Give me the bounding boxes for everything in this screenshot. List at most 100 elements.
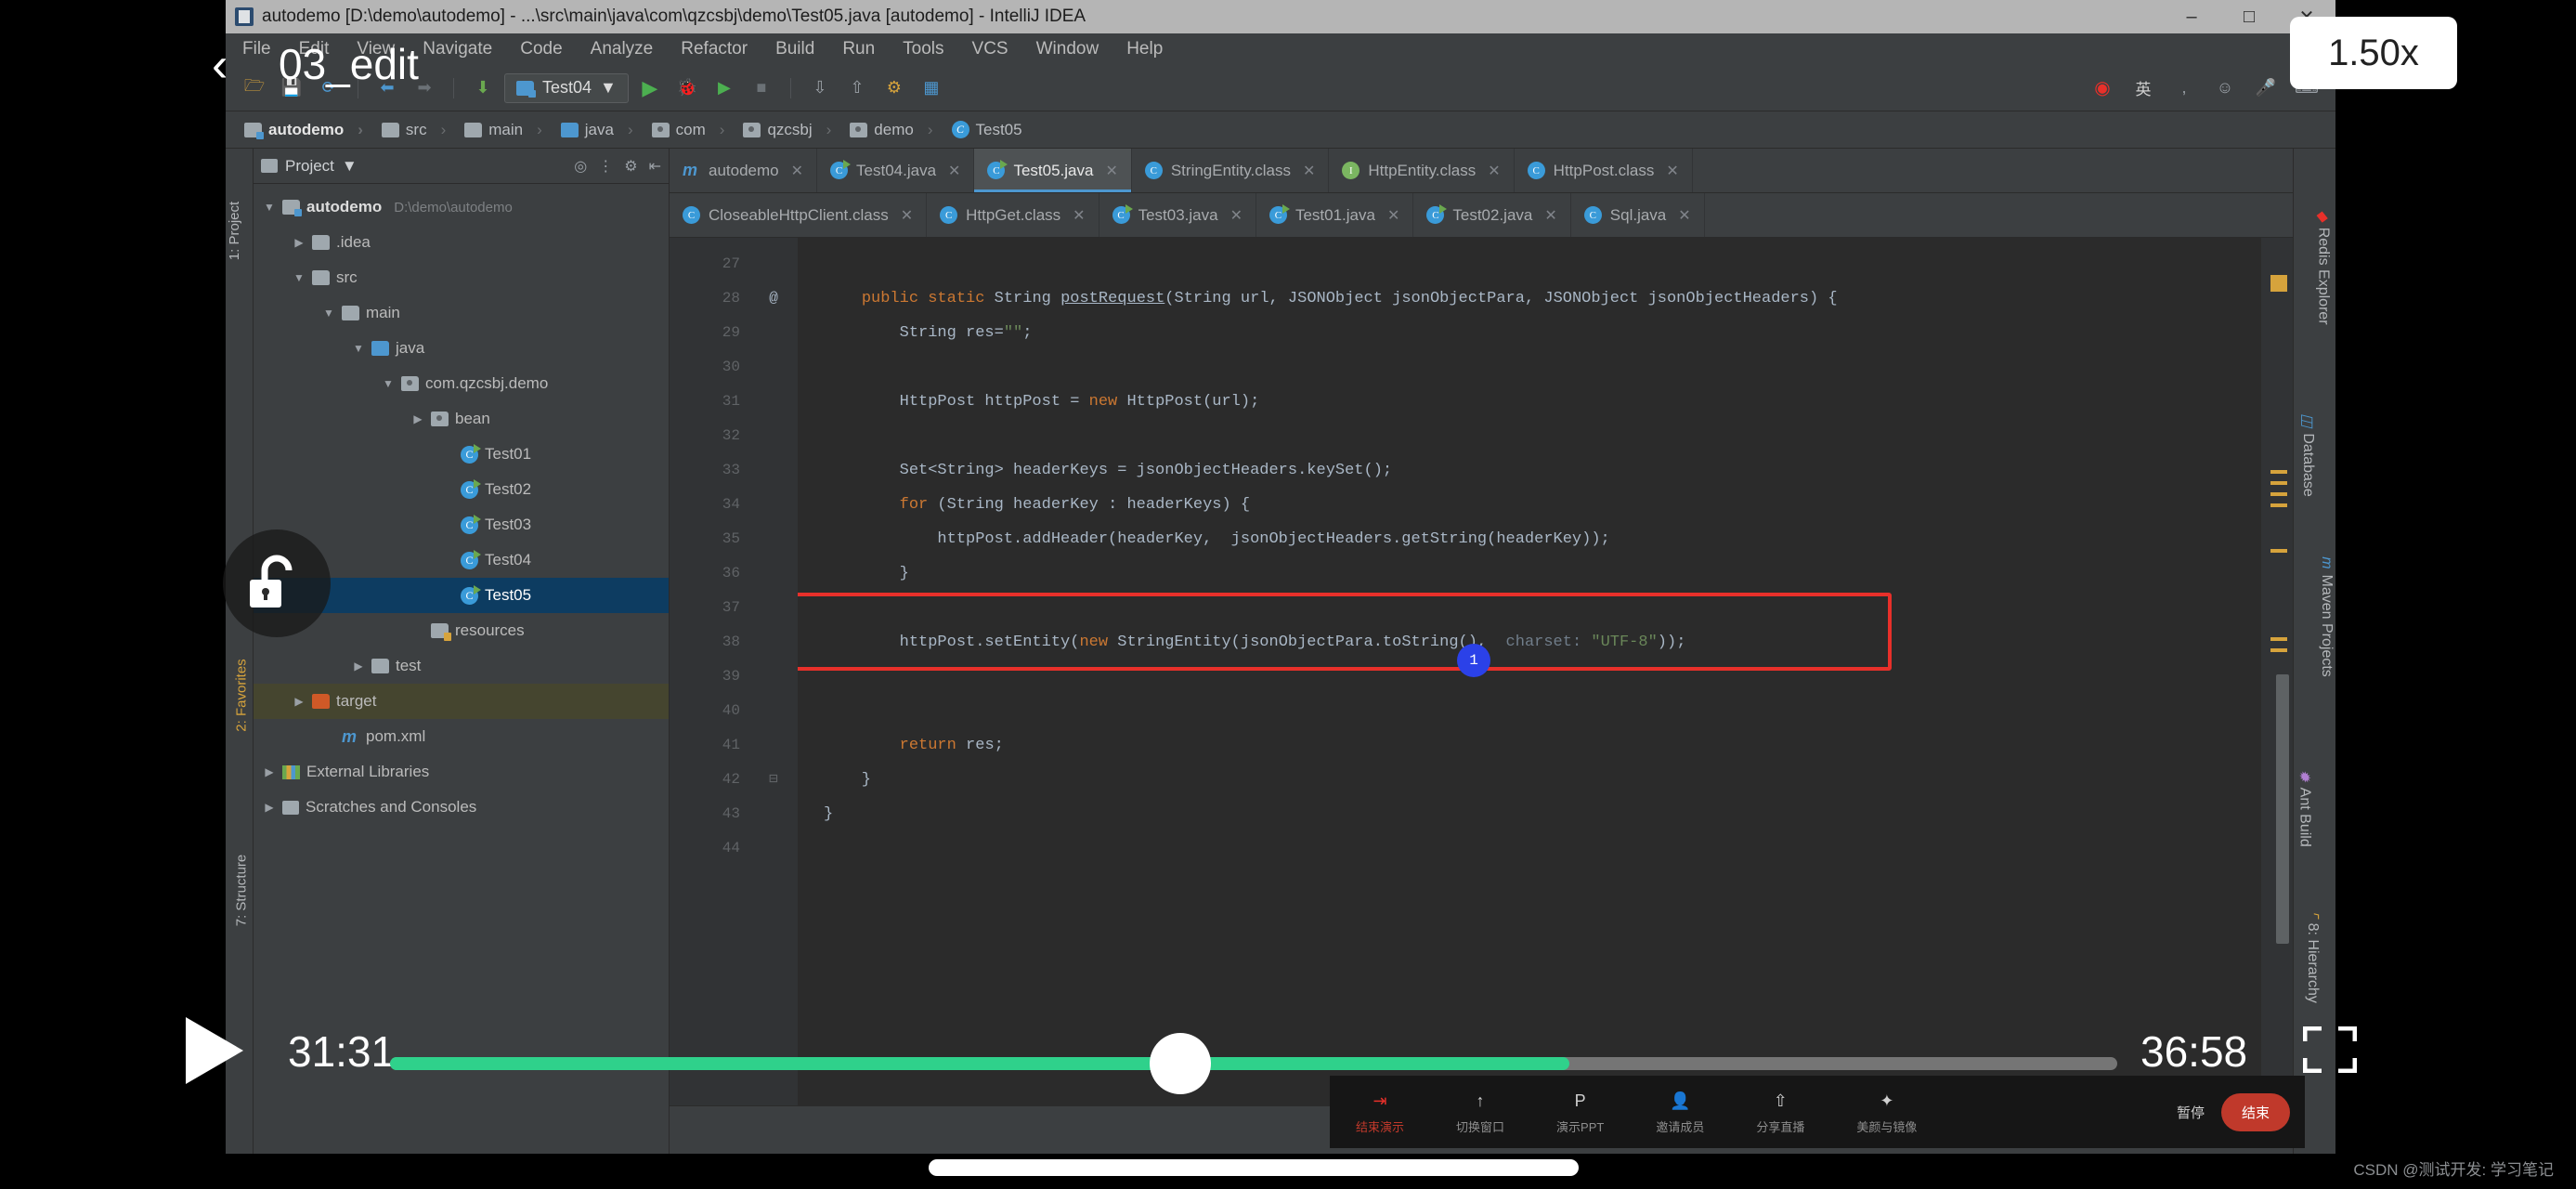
collapse-all-icon[interactable]: ⋮ [598, 157, 613, 176]
breadcrumb-item-autodemo[interactable]: autodemo › [239, 121, 376, 139]
editor-tab-test01[interactable]: C Test01.java ✕ [1256, 193, 1414, 237]
breadcrumb-item-src[interactable]: src › [376, 121, 459, 139]
close-icon[interactable]: ✕ [1105, 162, 1117, 180]
fold-glyph[interactable]: ⊟ [749, 763, 798, 797]
tree-row-src[interactable]: ▼ src [254, 260, 669, 295]
settings-icon[interactable]: ⚙ [624, 157, 637, 176]
strip-tab-favorites[interactable]: 2: Favorites [234, 659, 250, 731]
ime-language-label[interactable]: 英 [2127, 72, 2159, 104]
progress-bar-track[interactable] [390, 1057, 2117, 1070]
editor-tab-test05[interactable]: C Test05.java ✕ [974, 149, 1132, 192]
tree-row-test[interactable]: ▶ test [254, 648, 669, 684]
chevron-icon[interactable]: ▶ [411, 412, 424, 425]
editor-tab-closeablehttpclient[interactable]: C CloseableHttpClient.class ✕ [670, 193, 928, 237]
annotation-glyph[interactable]: @ [749, 281, 798, 316]
run-coverage-button[interactable]: ▶ [709, 72, 740, 104]
project-structure-icon[interactable]: ▦ [916, 72, 947, 104]
code-text[interactable]: public static String postRequest(String … [798, 238, 2261, 1105]
breadcrumb-item-main[interactable]: main › [459, 121, 555, 139]
strip-tab-ant-build[interactable]: ✹ Ant Build [2296, 769, 2314, 846]
editor-tab-autodemo[interactable]: m autodemo ✕ [670, 149, 818, 192]
breadcrumb-item-java[interactable]: java › [555, 121, 646, 139]
strip-tab-project[interactable]: 1: Project [227, 202, 242, 260]
chevron-icon[interactable]: ▶ [263, 765, 276, 778]
tree-row-test02[interactable]: ► C Test02 [254, 472, 669, 507]
close-icon[interactable]: ✕ [948, 162, 960, 180]
strip-tab-maven-projects[interactable]: m Maven Projects [2318, 556, 2335, 677]
progress-handle[interactable] [1150, 1033, 1211, 1094]
tree-row-java[interactable]: ▼ java [254, 331, 669, 366]
annotation-marker[interactable]: 1 [1457, 644, 1490, 677]
editor-tab-httpget[interactable]: C HttpGet.class ✕ [927, 193, 1099, 237]
menu-item-file[interactable]: File [242, 39, 271, 59]
maximize-button[interactable]: □ [2220, 0, 2278, 33]
strip-tab-hierarchy[interactable]: ⌜ 8: Hierarchy [2303, 910, 2322, 1003]
tree-row-scratches[interactable]: ▶ Scratches and Consoles [254, 790, 669, 825]
tree-row-idea[interactable]: ▶ .idea [254, 225, 669, 260]
breadcrumb-item-qzcsbj[interactable]: qzcsbj › [737, 121, 844, 139]
menu-item-build[interactable]: Build [775, 39, 814, 59]
close-icon[interactable]: ✕ [1387, 206, 1399, 225]
sogou-ime-icon[interactable]: ◉ [2087, 72, 2118, 104]
commit-icon[interactable]: ⇧ [841, 72, 873, 104]
menu-item-window[interactable]: Window [1036, 39, 1099, 59]
chevron-icon[interactable]: ▶ [293, 236, 306, 249]
tree-row-bean[interactable]: ▶ bean [254, 401, 669, 437]
close-icon[interactable]: ✕ [1073, 206, 1085, 225]
run-button[interactable]: ▶ [634, 72, 666, 104]
locate-icon[interactable]: ◎ [574, 157, 587, 176]
menu-item-refactor[interactable]: Refactor [681, 39, 748, 59]
strip-tab-redis-explorer[interactable]: ◆ Redis Explorer [2314, 210, 2333, 324]
open-project-icon[interactable]: 🗁 [239, 72, 270, 104]
editor-tab-test02[interactable]: C Test02.java ✕ [1413, 193, 1571, 237]
chevron-down-icon[interactable]: ▼ [342, 157, 358, 176]
meeting-present-ppt-button[interactable]: P 演示PPT [1556, 1090, 1604, 1135]
minimize-button[interactable]: – [2163, 0, 2220, 33]
ime-emoji-icon[interactable]: ☺ [2209, 72, 2241, 104]
chevron-icon[interactable]: ▶ [352, 660, 365, 673]
update-project-icon[interactable]: ⇩ [804, 72, 836, 104]
tree-row-pom[interactable]: ► m pom.xml [254, 719, 669, 754]
meeting-beauty-mirror-button[interactable]: ✦ 美颜与镜像 [1856, 1090, 1917, 1135]
meeting-share-live-button[interactable]: ⇧ 分享直播 [1756, 1090, 1804, 1135]
tree-row-autodemo[interactable]: ▼ autodemo D:\demo\autodemo [254, 189, 669, 225]
editor-scrollbar-column[interactable] [2261, 238, 2293, 1105]
meeting-switch-window-button[interactable]: ↑ 切换窗口 [1456, 1090, 1504, 1135]
menu-item-analyze[interactable]: Analyze [591, 39, 654, 59]
tree-row-external-libraries[interactable]: ▶ External Libraries [254, 754, 669, 790]
run-configuration-selector[interactable]: Test04 ▼ [504, 72, 629, 103]
close-icon[interactable]: ✕ [1303, 162, 1315, 180]
meeting-end-share-button[interactable]: ⇥ 结束演示 [1356, 1090, 1404, 1135]
editor-tab-test03[interactable]: C Test03.java ✕ [1099, 193, 1256, 237]
menu-item-code[interactable]: Code [520, 39, 562, 59]
close-icon[interactable]: ✕ [1488, 162, 1500, 180]
tree-row-test03[interactable]: ► C Test03 [254, 507, 669, 542]
menu-item-navigate[interactable]: Navigate [423, 39, 492, 59]
chevron-down-icon[interactable]: ▼ [600, 78, 617, 98]
debug-button[interactable]: 🐞 [671, 72, 703, 104]
chevron-icon[interactable]: ▶ [263, 801, 276, 814]
chevron-icon[interactable]: ▶ [293, 695, 306, 708]
fullscreen-button[interactable] [2303, 1026, 2357, 1073]
tree-row-main[interactable]: ▼ main [254, 295, 669, 331]
ime-mic-icon[interactable]: 🎤 [2250, 72, 2282, 104]
editor-tab-httpentity[interactable]: I HttpEntity.class ✕ [1329, 149, 1515, 192]
back-button[interactable]: ‹ [212, 37, 228, 93]
play-button[interactable] [186, 1017, 243, 1084]
menu-item-help[interactable]: Help [1126, 39, 1163, 59]
menu-item-tools[interactable]: Tools [903, 39, 943, 59]
scrollbar-thumb[interactable] [2276, 674, 2289, 944]
chevron-icon[interactable]: ▼ [263, 201, 276, 214]
chevron-icon[interactable]: ▼ [382, 377, 395, 390]
chevron-icon[interactable]: ▼ [322, 307, 335, 320]
meeting-invite-member-button[interactable]: 👤 邀请成员 [1656, 1090, 1704, 1135]
editor-tab-httppost[interactable]: C HttpPost.class ✕ [1515, 149, 1693, 192]
close-icon[interactable]: ✕ [791, 162, 803, 180]
breadcrumb-item-test05[interactable]: C Test05 [946, 121, 1035, 139]
tree-row-test01[interactable]: ► C Test01 [254, 437, 669, 472]
close-icon[interactable]: ✕ [1544, 206, 1556, 225]
breadcrumb-item-demo[interactable]: demo › [844, 121, 945, 139]
stop-button[interactable]: ■ [746, 72, 777, 104]
menu-item-vcs[interactable]: VCS [972, 39, 1008, 59]
hide-icon[interactable]: ⇤ [649, 157, 661, 176]
